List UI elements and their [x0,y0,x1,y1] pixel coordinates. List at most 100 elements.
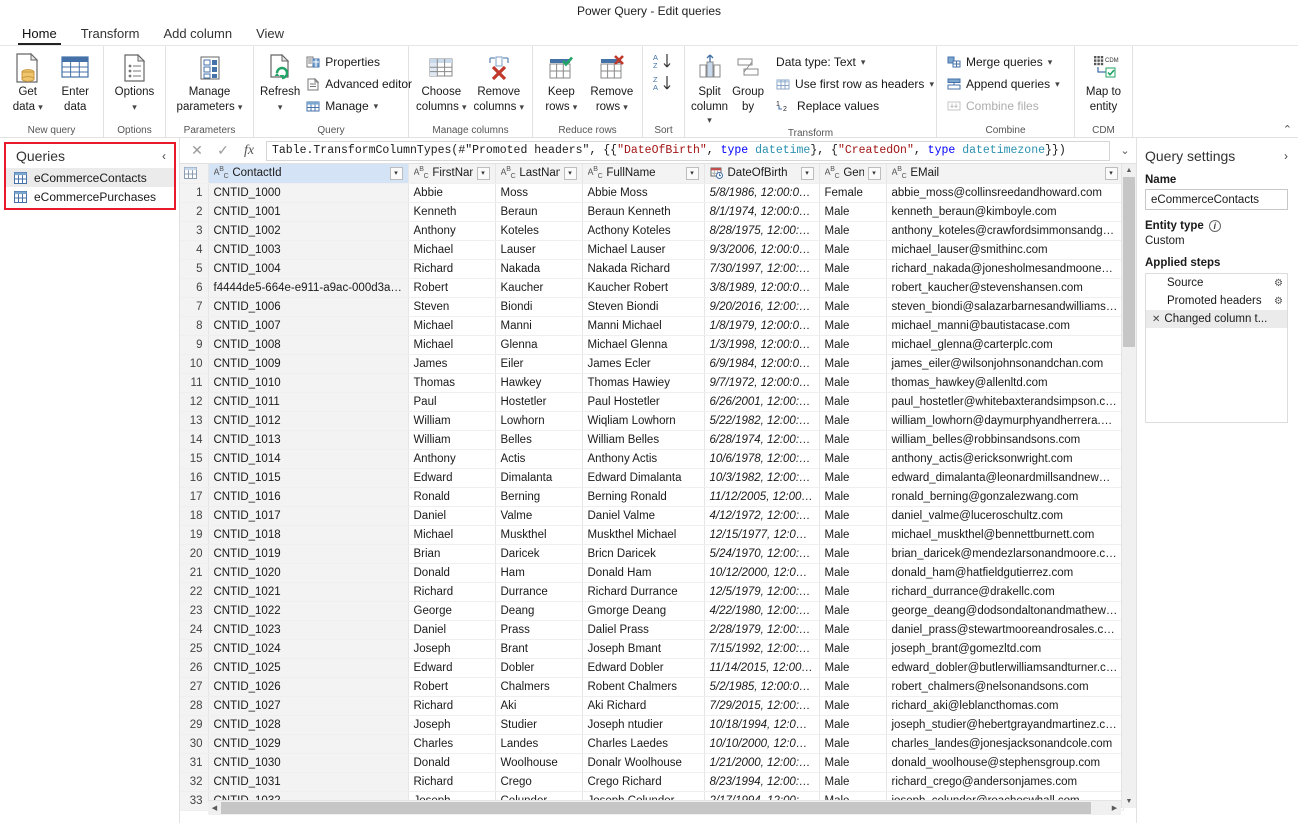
table-row[interactable]: 23 CNTID_1022 George Deang Gmorge Deang 4/22/… [180,601,1124,621]
cell-contactid[interactable]: f4444de5-664e-e911-a9ac-000d3a2d57... [208,278,409,298]
keep-rows-button[interactable]: Keep rows ▾ [537,49,586,114]
cell-firstname[interactable]: Thomas [408,373,496,393]
get-data-button[interactable]: Get data ▾ [4,49,52,114]
cell-email[interactable]: william_belles@robbinsandsons.com [886,430,1124,450]
horizontal-scroll-thumb[interactable] [221,802,1091,814]
vertical-scrollbar[interactable]: ▲ ▼ [1121,164,1136,808]
cell-lastname[interactable]: Hostetler [495,392,583,412]
cell-fullname[interactable]: Anthony Actis [582,449,705,469]
cell-contactid[interactable]: CNTID_1020 [208,563,409,583]
applied-step-changed-column-type[interactable]: ✕ Changed column t... [1146,310,1287,328]
chevron-down-icon[interactable]: ▾ [278,102,283,112]
cell-contactid[interactable]: CNTID_1030 [208,753,409,773]
cell-firstname[interactable]: Paul [408,392,496,412]
chevron-down-icon[interactable]: ▾ [520,102,525,112]
table-row[interactable]: 24 CNTID_1023 Daniel Prass Daliel Prass 2/28/… [180,620,1124,640]
cell-fullname[interactable]: Crego Richard [582,772,705,792]
cell-dateofbirth[interactable]: 8/28/1975, 12:00:00 AM [704,221,820,241]
cell-fullname[interactable]: Steven Biondi [582,297,705,317]
advanced-editor-button[interactable]: Advanced editor [302,73,418,95]
cell-lastname[interactable]: Lowhorn [495,411,583,431]
cell-email[interactable]: paul_hostetler@whitebaxterandsimpson.com [886,392,1124,412]
row-number[interactable]: 15 [180,449,209,469]
chevron-down-icon[interactable]: ▾ [132,102,137,112]
cell-fullname[interactable]: Beraun Kenneth [582,202,705,222]
remove-columns-button[interactable]: Remove columns ▾ [470,49,528,114]
merge-queries-button[interactable]: Merge queries ▾ [943,51,1066,73]
cell-email[interactable]: robert_kaucher@stevenshansen.com [886,278,1124,298]
manage-button[interactable]: Manage ▾ [302,95,418,117]
cell-dateofbirth[interactable]: 9/7/1972, 12:00:00 AM [704,373,820,393]
row-number[interactable]: 3 [180,221,209,241]
cell-email[interactable]: michael_muskthel@bennettburnett.com [886,525,1124,545]
cell-dateofbirth[interactable]: 1/21/2000, 12:00:00 AM [704,753,820,773]
refresh-button[interactable]: Refresh ▾ [258,49,302,114]
cell-dateofbirth[interactable]: 8/1/1974, 12:00:00 AM [704,202,820,222]
cell-dateofbirth[interactable]: 7/15/1992, 12:00:00 AM [704,639,820,659]
cell-gender[interactable]: Male [819,449,887,469]
scroll-down-arrow-icon[interactable]: ▼ [1122,795,1136,808]
cell-fullname[interactable]: Robent Chalmers [582,677,705,697]
cell-fullname[interactable]: Nakada Richard [582,259,705,279]
row-number[interactable]: 14 [180,430,209,450]
cell-fullname[interactable]: Wiqliam Lowhorn [582,411,705,431]
cell-email[interactable]: richard_durrance@drakellc.com [886,582,1124,602]
row-number[interactable]: 32 [180,772,209,792]
cell-gender[interactable]: Male [819,278,887,298]
cell-fullname[interactable]: Aki Richard [582,696,705,716]
cell-email[interactable]: michael_lauser@smithinc.com [886,240,1124,260]
map-to-entity-button[interactable]: CDM Map to entity [1079,49,1128,114]
cell-dateofbirth[interactable]: 11/12/2005, 12:00:00 ... [704,487,820,507]
sort-descending-button[interactable]: Z A [653,75,675,91]
group-by-button[interactable]: Group by [730,49,766,114]
cell-contactid[interactable]: CNTID_1029 [208,734,409,754]
cell-lastname[interactable]: Brant [495,639,583,659]
cell-dateofbirth[interactable]: 5/8/1986, 12:00:00 AM [704,183,820,203]
cell-dateofbirth[interactable]: 5/2/1985, 12:00:00 AM [704,677,820,697]
cell-email[interactable]: richard_aki@leblancthomas.com [886,696,1124,716]
cell-firstname[interactable]: Michael [408,240,496,260]
table-row[interactable]: 12 CNTID_1011 Paul Hostetler Paul Hostetler 6… [180,392,1124,412]
table-row[interactable]: 29 CNTID_1028 Joseph Studier Joseph ntudier 1… [180,715,1124,735]
column-filter-button[interactable]: ▾ [867,166,881,180]
cell-firstname[interactable]: William [408,411,496,431]
cell-dateofbirth[interactable]: 8/23/1994, 12:00:00 AM [704,772,820,792]
cell-contactid[interactable]: CNTID_1024 [208,639,409,659]
table-row[interactable]: 2 CNTID_1001 Kenneth Beraun Beraun Kenneth 8/… [180,202,1124,222]
table-row[interactable]: 4 CNTID_1003 Michael Lauser Michael Lauser 9/… [180,240,1124,260]
table-row[interactable]: 30 CNTID_1029 Charles Landes Charles Laedes 1… [180,734,1124,754]
chevron-down-icon[interactable]: ▾ [238,102,243,112]
row-number[interactable]: 31 [180,753,209,773]
cell-email[interactable]: robert_chalmers@nelsonandsons.com [886,677,1124,697]
cell-contactid[interactable]: CNTID_1010 [208,373,409,393]
cell-lastname[interactable]: Dobler [495,658,583,678]
cell-gender[interactable]: Male [819,202,887,222]
column-header-contactid[interactable]: ABC ContactId ▾ [208,164,409,184]
cell-lastname[interactable]: Belles [495,430,583,450]
row-number[interactable]: 6 [180,278,209,298]
cell-dateofbirth[interactable]: 12/5/1979, 12:00:00 AM [704,582,820,602]
gear-icon[interactable]: ⚙ [1274,296,1283,307]
cell-lastname[interactable]: Prass [495,620,583,640]
row-number[interactable]: 29 [180,715,209,735]
cell-dateofbirth[interactable]: 10/3/1982, 12:00:00 AM [704,468,820,488]
row-number[interactable]: 22 [180,582,209,602]
cell-firstname[interactable]: George [408,601,496,621]
cell-dateofbirth[interactable]: 3/8/1989, 12:00:00 AM [704,278,820,298]
table-row[interactable]: 22 CNTID_1021 Richard Durrance Richard Durra… [180,582,1124,602]
ribbon-tab-view[interactable]: View [244,24,296,45]
cell-gender[interactable]: Male [819,335,887,355]
cell-fullname[interactable]: Gmorge Deang [582,601,705,621]
cell-dateofbirth[interactable]: 4/22/1980, 12:00:00 AM [704,601,820,621]
cell-dateofbirth[interactable]: 12/15/1977, 12:00:00 ... [704,525,820,545]
table-row[interactable]: 18 CNTID_1017 Daniel Valme Daniel Valme 4/12/… [180,506,1124,526]
cell-firstname[interactable]: Steven [408,297,496,317]
cell-contactid[interactable]: CNTID_1025 [208,658,409,678]
cell-dateofbirth[interactable]: 2/28/1979, 12:00:00 AM [704,620,820,640]
cell-email[interactable]: edward_dobler@butlerwilliamsandturner.co… [886,658,1124,678]
cell-fullname[interactable]: Joseph ntudier [582,715,705,735]
chevron-down-icon[interactable]: ▾ [1055,79,1060,90]
cell-email[interactable]: kenneth_beraun@kimboyle.com [886,202,1124,222]
column-filter-button[interactable]: ▾ [685,166,699,180]
cell-fullname[interactable]: William Belles [582,430,705,450]
